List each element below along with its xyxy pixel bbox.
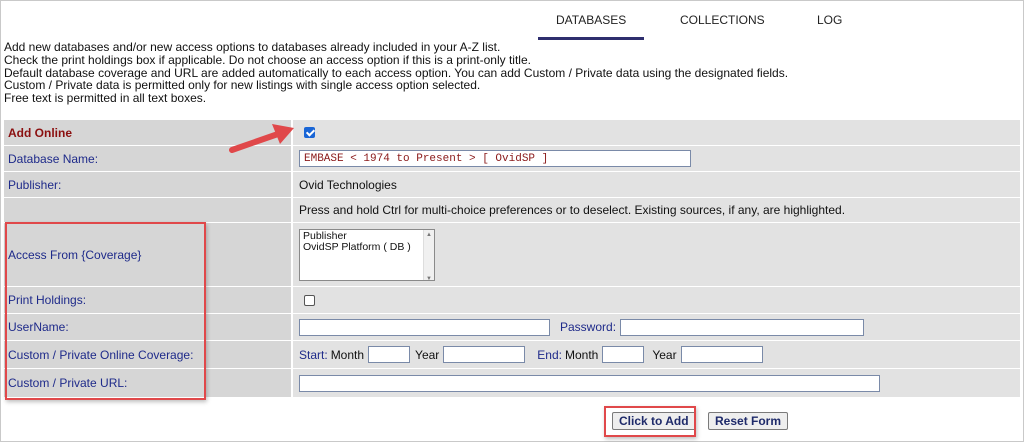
end-month-field[interactable]	[602, 346, 645, 363]
end-year-label: Year	[652, 347, 677, 362]
start-year-label: Year	[415, 347, 440, 362]
end-label: End:	[537, 347, 562, 362]
reset-form-button[interactable]: Reset Form	[708, 412, 789, 430]
password-field[interactable]	[620, 318, 865, 336]
start-month-field[interactable]	[368, 346, 411, 363]
tab-bar: DATABASES COLLECTIONS LOG	[0, 0, 1024, 40]
custom-url-field[interactable]	[299, 374, 880, 392]
tab-log[interactable]: LOG	[817, 13, 842, 27]
row-hint: Press and hold Ctrl for multi-choice pre…	[4, 198, 1020, 223]
annotation-arrow-icon	[229, 124, 294, 153]
annotation-highlight-labels	[5, 222, 206, 400]
row-database-name: Database Name:	[4, 146, 1020, 172]
database-name-field[interactable]	[299, 150, 691, 167]
start-label: Start:	[299, 347, 328, 362]
add-online-checkbox[interactable]	[304, 127, 315, 138]
print-holdings-checkbox[interactable]	[304, 294, 315, 306]
instruction-line: Add new databases and/or new access opti…	[4, 40, 501, 54]
username-field[interactable]	[299, 318, 550, 336]
row-add-online: Add Online	[4, 120, 1020, 146]
end-year-field[interactable]	[680, 346, 763, 363]
tab-databases[interactable]: DATABASES	[537, 13, 645, 40]
start-month-label: Month	[330, 347, 365, 362]
listbox-scrollbar[interactable]: ▲ ▼	[423, 229, 434, 282]
start-year-field[interactable]	[443, 346, 526, 363]
instruction-line: Free text is permitted in all text boxes…	[4, 91, 207, 106]
access-option-publisher[interactable]: Publisher	[303, 230, 431, 242]
annotation-highlight-add-button	[604, 406, 696, 437]
instructions: Add new databases and/or new access opti…	[4, 41, 788, 105]
instruction-line: Check the print holdings box if applicab…	[4, 52, 531, 67]
password-label: Password:	[560, 320, 617, 334]
end-month-label: Month	[564, 347, 599, 362]
publisher-value: Ovid Technologies	[293, 172, 1020, 197]
row-publisher: Publisher: Ovid Technologies	[4, 172, 1020, 198]
tab-collections[interactable]: COLLECTIONS	[680, 13, 765, 27]
hint-label-blank	[4, 198, 293, 222]
access-option-ovidsp[interactable]: OvidSP Platform ( DB )	[303, 241, 431, 253]
multi-select-hint: Press and hold Ctrl for multi-choice pre…	[293, 198, 1020, 222]
access-from-listbox[interactable]: Publisher OvidSP Platform ( DB ) ▲ ▼	[299, 228, 435, 282]
publisher-label: Publisher:	[4, 172, 293, 197]
